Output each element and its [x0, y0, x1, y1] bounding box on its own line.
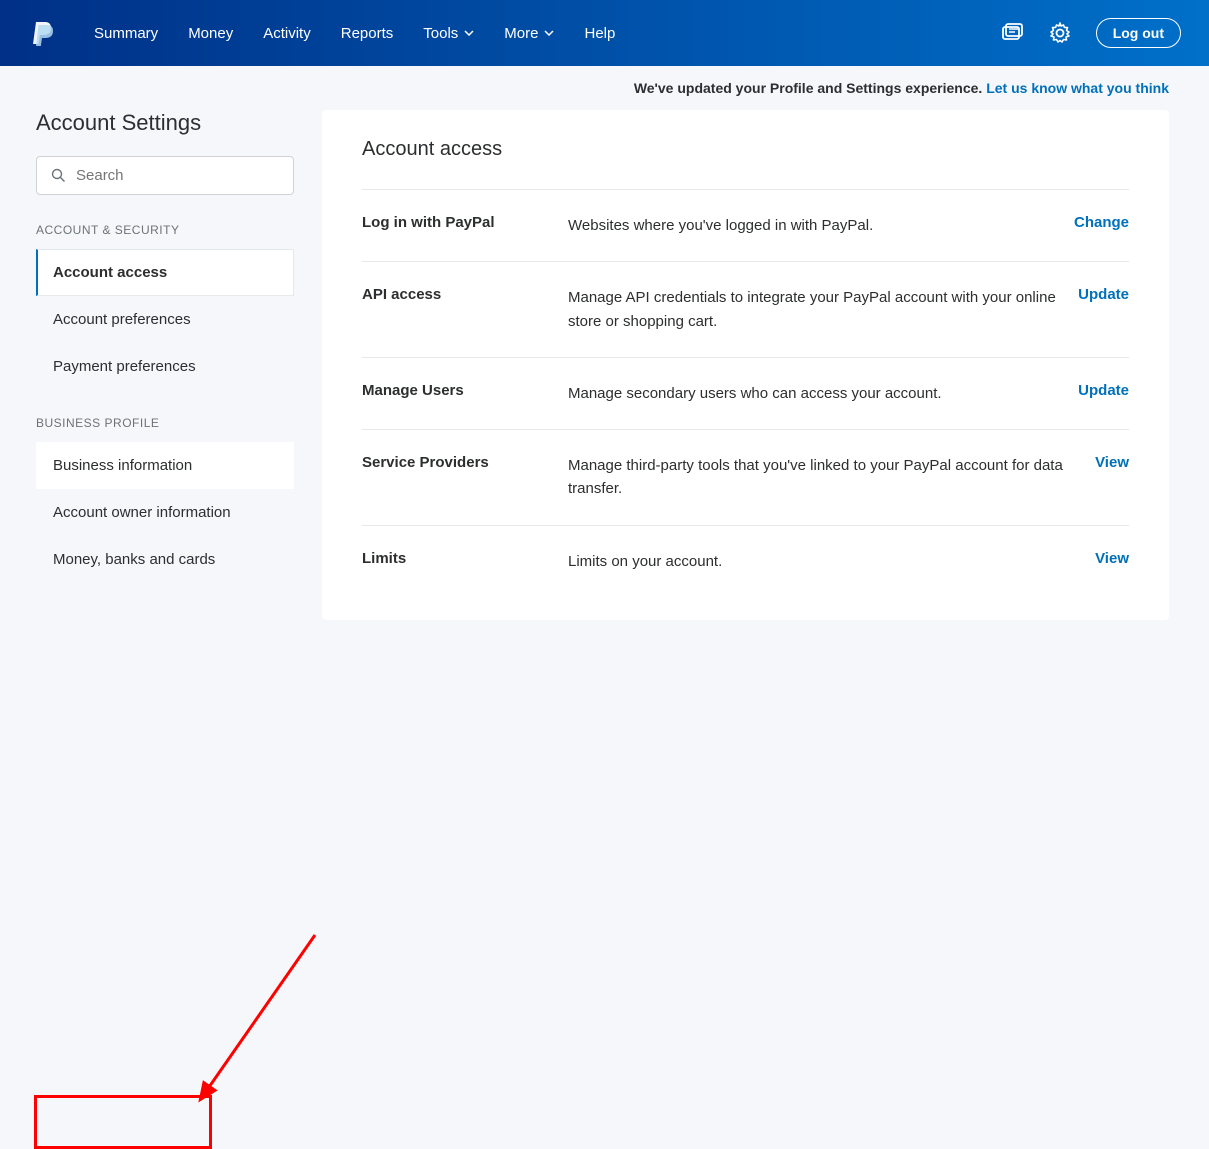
section-label-account-security: ACCOUNT & SECURITY: [36, 223, 294, 237]
row-action-update[interactable]: Update: [1078, 286, 1129, 303]
search-icon: [51, 168, 66, 183]
notice-bar: We've updated your Profile and Settings …: [0, 66, 1209, 110]
row-action-view[interactable]: View: [1095, 454, 1129, 471]
nav-reports[interactable]: Reports: [341, 25, 394, 42]
search-box[interactable]: [36, 156, 294, 195]
sidebar-item-account-preferences[interactable]: Account preferences: [36, 296, 294, 343]
row-label: API access: [362, 286, 568, 303]
sidebar-item-business-information[interactable]: Business information: [36, 442, 294, 489]
row-action-update[interactable]: Update: [1078, 382, 1129, 399]
gear-icon[interactable]: [1048, 21, 1072, 45]
row-desc: Limits on your account.: [568, 550, 1095, 573]
annotation-arrow: [180, 930, 330, 1120]
main-panel: Account access Log in with PayPal Websit…: [322, 110, 1169, 620]
row-label: Log in with PayPal: [362, 214, 568, 231]
sidebar: Account Settings ACCOUNT & SECURITY Acco…: [36, 110, 294, 609]
row-desc: Manage API credentials to integrate your…: [568, 286, 1078, 333]
sidebar-list-business-profile: Business information Account owner infor…: [36, 442, 294, 583]
setting-row-login-with-paypal: Log in with PayPal Websites where you've…: [362, 189, 1129, 261]
nav-more-label: More: [504, 25, 538, 42]
logout-button[interactable]: Log out: [1096, 18, 1181, 48]
sidebar-item-account-owner-information[interactable]: Account owner information: [36, 489, 294, 536]
row-desc: Websites where you've logged in with Pay…: [568, 214, 1074, 237]
sidebar-item-payment-preferences[interactable]: Payment preferences: [36, 343, 294, 390]
sidebar-list-account-security: Account access Account preferences Payme…: [36, 249, 294, 390]
row-desc: Manage secondary users who can access yo…: [568, 382, 1078, 405]
messages-icon[interactable]: [1000, 21, 1024, 45]
sidebar-item-money-banks-cards[interactable]: Money, banks and cards: [36, 536, 294, 583]
primary-nav: Summary Money Activity Reports Tools Mor…: [94, 25, 1000, 42]
row-action-view[interactable]: View: [1095, 550, 1129, 567]
row-label: Manage Users: [362, 382, 568, 399]
sidebar-item-account-access[interactable]: Account access: [36, 249, 294, 296]
row-desc: Manage third-party tools that you've lin…: [568, 454, 1095, 501]
nav-activity[interactable]: Activity: [263, 25, 311, 42]
chevron-down-icon: [544, 30, 554, 36]
notice-link[interactable]: Let us know what you think: [986, 80, 1169, 96]
chevron-down-icon: [464, 30, 474, 36]
row-action-change[interactable]: Change: [1074, 214, 1129, 231]
nav-tools[interactable]: Tools: [423, 25, 474, 42]
nav-money[interactable]: Money: [188, 25, 233, 42]
annotation-box: [34, 1095, 212, 1149]
section-label-business-profile: BUSINESS PROFILE: [36, 416, 294, 430]
nav-summary[interactable]: Summary: [94, 25, 158, 42]
setting-row-api-access: API access Manage API credentials to int…: [362, 261, 1129, 357]
top-nav-header: Summary Money Activity Reports Tools Mor…: [0, 0, 1209, 66]
row-label: Limits: [362, 550, 568, 567]
nav-more[interactable]: More: [504, 25, 554, 42]
header-actions: Log out: [1000, 18, 1181, 48]
panel-title: Account access: [362, 138, 1129, 161]
setting-row-service-providers: Service Providers Manage third-party too…: [362, 429, 1129, 525]
setting-row-manage-users: Manage Users Manage secondary users who …: [362, 357, 1129, 429]
nav-tools-label: Tools: [423, 25, 458, 42]
search-input[interactable]: [76, 167, 279, 184]
paypal-logo: [32, 20, 54, 46]
sidebar-title: Account Settings: [36, 110, 294, 136]
setting-row-limits: Limits Limits on your account. View: [362, 525, 1129, 597]
notice-text: We've updated your Profile and Settings …: [634, 80, 986, 96]
row-label: Service Providers: [362, 454, 568, 471]
nav-help[interactable]: Help: [584, 25, 615, 42]
